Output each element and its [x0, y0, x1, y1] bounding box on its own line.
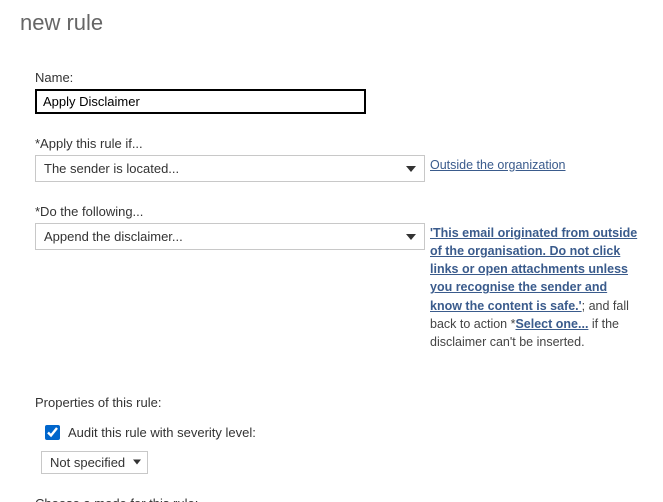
properties-heading: Properties of this rule:	[35, 395, 643, 410]
condition-label: *Apply this rule if...	[35, 136, 430, 151]
severity-select[interactable]: Not specified	[41, 451, 148, 474]
audit-checkbox[interactable]	[45, 425, 60, 440]
audit-label: Audit this rule with severity level:	[68, 425, 256, 440]
name-label: Name:	[35, 70, 643, 85]
severity-selected-text: Not specified	[50, 455, 125, 470]
chevron-down-icon	[406, 234, 416, 240]
chevron-down-icon	[406, 166, 416, 172]
condition-select[interactable]: The sender is located...	[35, 155, 425, 182]
mode-heading: Choose a mode for this rule:	[35, 496, 643, 502]
name-input[interactable]	[35, 89, 366, 114]
page-title: new rule	[20, 10, 643, 36]
action-selected-text: Append the disclaimer...	[44, 229, 183, 244]
chevron-down-icon	[133, 460, 141, 465]
condition-value-link[interactable]: Outside the organization	[430, 158, 566, 172]
action-label: *Do the following...	[35, 204, 430, 219]
condition-selected-text: The sender is located...	[44, 161, 179, 176]
fallback-select-link[interactable]: Select one...	[515, 317, 588, 331]
action-select[interactable]: Append the disclaimer...	[35, 223, 425, 250]
